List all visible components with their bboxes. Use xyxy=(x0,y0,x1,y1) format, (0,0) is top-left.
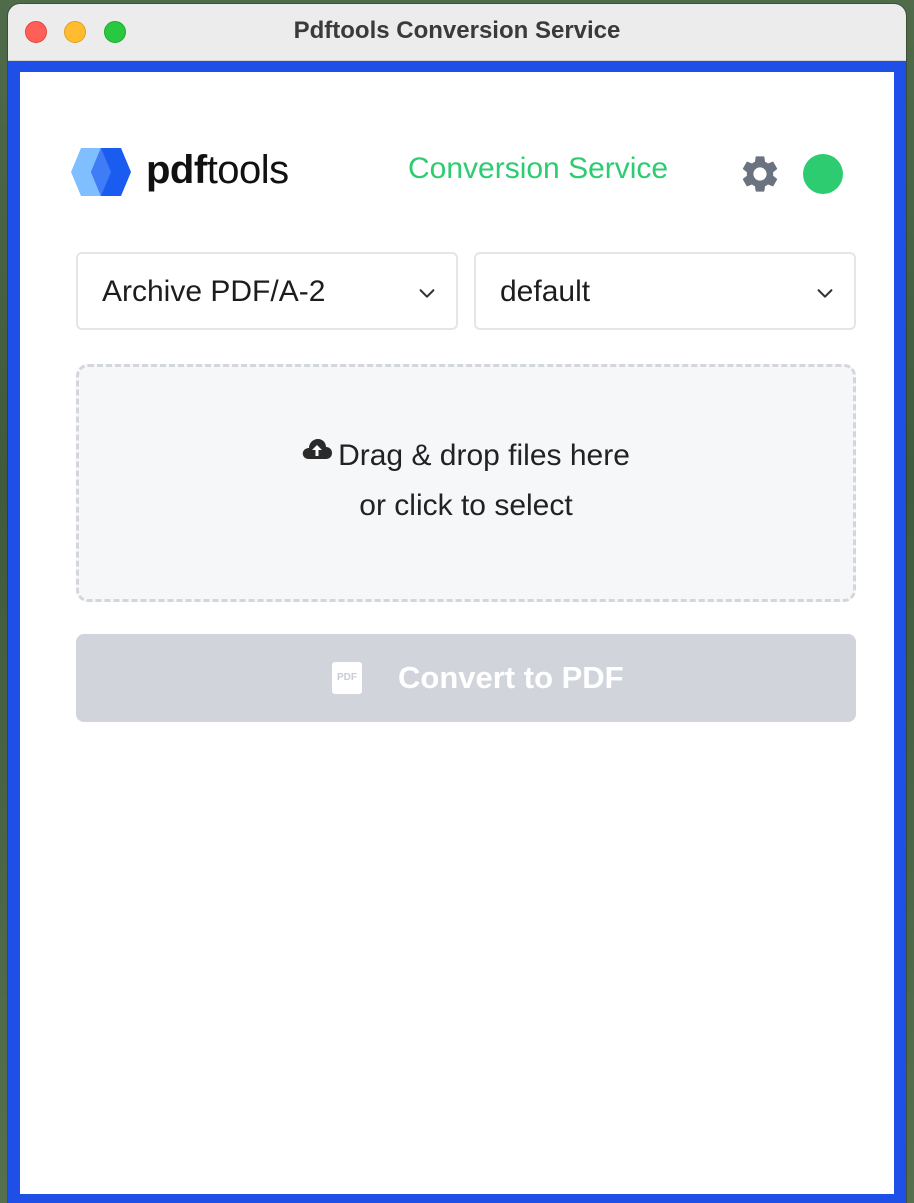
brand-name-regular: tools xyxy=(206,148,290,192)
conversion-profile-value: Archive PDF/A-2 xyxy=(102,275,326,308)
app-window: Pdftools Conversion Service pdftools Con… xyxy=(8,4,906,1203)
drop-zone-line2: or click to select xyxy=(359,489,573,522)
drop-zone-text: Drag & drop files here xyxy=(338,439,630,472)
pdftools-logo-icon xyxy=(71,148,131,196)
gear-icon[interactable] xyxy=(738,152,782,196)
convert-button-label: Convert to PDF xyxy=(398,660,624,695)
pdf-file-icon: PDF xyxy=(332,662,362,694)
cloud-upload-icon xyxy=(302,439,333,459)
chevron-down-icon xyxy=(817,289,833,298)
main-content: pdftools Conversion Service Archive PDF/… xyxy=(20,72,894,1194)
connection-status-indicator xyxy=(803,154,843,194)
convert-to-pdf-button[interactable]: PDF Convert to PDF xyxy=(76,634,856,722)
title-bar[interactable]: Pdftools Conversion Service xyxy=(8,4,906,61)
service-title: Conversion Service xyxy=(408,152,669,185)
conversion-profile-select[interactable]: Archive PDF/A-2 xyxy=(76,252,458,330)
brand-name-bold: pdf xyxy=(146,148,207,192)
drop-zone-line1: Drag & drop files here xyxy=(79,437,853,473)
brand-name: pdftools xyxy=(146,148,289,193)
configuration-value: default xyxy=(500,275,591,308)
file-drop-zone[interactable]: Drag & drop files here or click to selec… xyxy=(76,364,856,602)
chevron-down-icon xyxy=(419,289,435,298)
window-title: Pdftools Conversion Service xyxy=(293,17,621,44)
configuration-select[interactable]: default xyxy=(474,252,856,330)
